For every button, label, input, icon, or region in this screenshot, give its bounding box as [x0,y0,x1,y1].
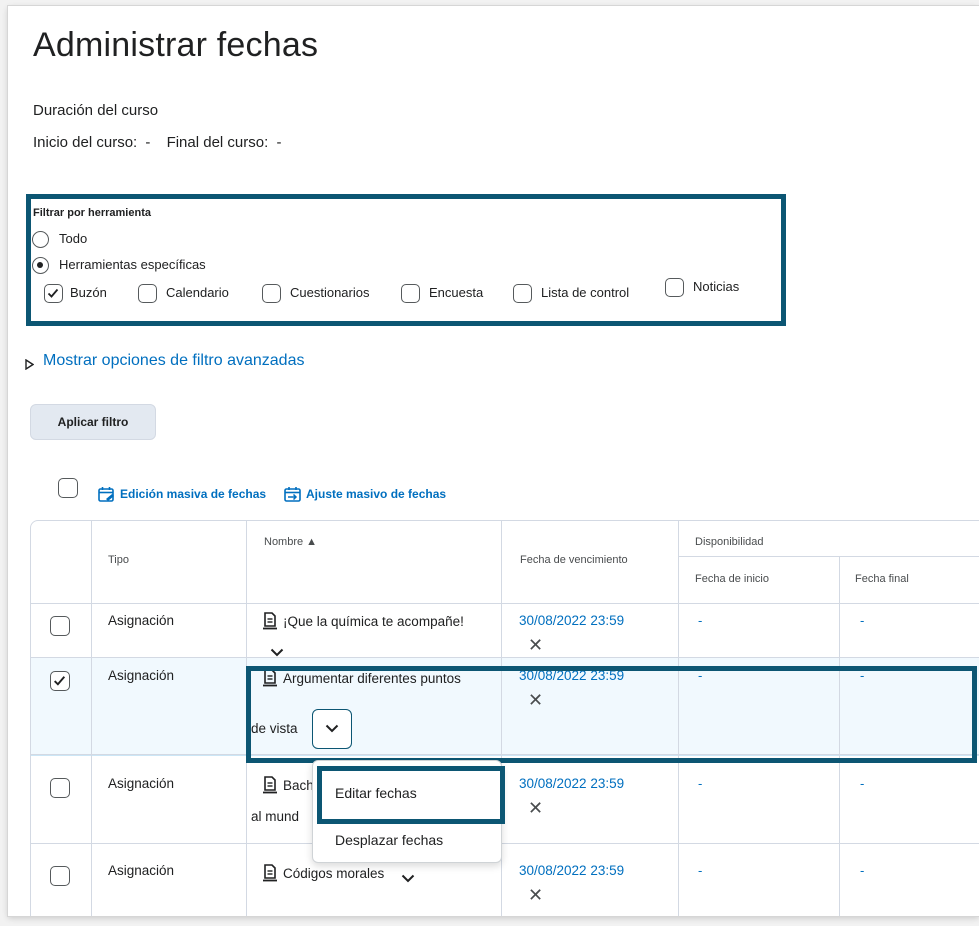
row-name-link[interactable]: ¡Que la química te acompañe! [283,614,464,629]
advanced-filter-toggle[interactable]: Mostrar opciones de filtro avanzadas [43,352,304,370]
radio-all[interactable] [32,231,49,248]
menu-item-highlight-box [317,766,505,824]
row-name-link[interactable]: Códigos morales [283,866,384,881]
checkbox-noticias[interactable] [665,278,684,297]
checkbox-calendario-label: Calendario [166,285,229,300]
checkmark-icon [53,676,66,686]
checkbox-noticias-label: Noticias [693,279,740,294]
filter-heading: Filtrar por herramienta [33,207,151,219]
checkbox-lista-de-control[interactable] [513,284,532,303]
row-type: Asignación [108,776,175,791]
bulk-edit-dates-link[interactable]: Edición masiva de fechas [120,487,266,501]
row-type: Asignación [108,863,175,878]
page-title: Administrar fechas [33,26,319,64]
chevron-down-icon[interactable] [401,870,415,888]
calendar-shift-icon [284,486,302,507]
checkbox-encuesta[interactable] [401,284,420,303]
row-start-date[interactable]: - [698,776,702,791]
row-highlight-box [246,666,977,763]
course-start-value: - [145,134,151,151]
course-duration-label: Duración del curso [33,102,159,119]
checkbox-buzon[interactable] [44,284,63,303]
row-name-link[interactable]: Bach [283,778,314,793]
close-icon[interactable]: ✕ [528,886,543,904]
checkbox-lista-de-control-label: Lista de control [541,285,630,300]
checkbox-encuesta-label: Encuesta [429,285,484,300]
select-all-checkbox[interactable] [58,478,78,498]
row-end-date[interactable]: - [860,613,864,628]
row-due-date[interactable]: 30/08/2022 23:59 [519,776,624,791]
radio-specific-tools[interactable] [32,257,49,274]
chevron-down-icon[interactable] [270,644,284,662]
column-header-end: Fecha final [855,573,909,585]
row-end-date[interactable]: - [860,776,864,791]
row-type: Asignación [108,668,175,683]
row-start-date[interactable]: - [698,863,702,878]
manage-dates-page: Administrar fechas Duración del curso In… [8,6,979,916]
radio-specific-tools-label: Herramientas específicas [59,257,206,272]
column-header-name[interactable]: Nombre ▲ [264,536,317,548]
assignment-icon [262,776,278,799]
row-due-date[interactable]: 30/08/2022 23:59 [519,613,624,628]
checkbox-calendario[interactable] [138,284,157,303]
row-checkbox[interactable] [50,616,70,636]
row-due-date[interactable]: 30/08/2022 23:59 [519,863,624,878]
checkbox-cuestionarios-label: Cuestionarios [290,285,370,300]
row-end-date[interactable]: - [860,863,864,878]
row-start-date[interactable]: - [698,613,702,628]
menu-item-shift-dates[interactable]: Desplazar fechas [335,832,443,848]
bulk-adjust-dates-link[interactable]: Ajuste masivo de fechas [306,487,446,501]
row-type: Asignación [108,613,175,628]
triangle-right-icon[interactable] [25,357,35,375]
close-icon[interactable]: ✕ [528,636,543,654]
row-checkbox[interactable] [50,778,70,798]
column-header-availability: Disponibilidad [695,536,764,548]
checkmark-icon [47,288,59,298]
checkbox-cuestionarios[interactable] [262,284,281,303]
course-start-label: Inicio del curso: [33,134,138,151]
course-end-value: - [276,134,282,151]
assignment-icon [262,612,278,635]
row-checkbox-checked[interactable] [50,671,70,691]
checkbox-buzon-label: Buzón [70,285,107,300]
apply-filter-button[interactable]: Aplicar filtro [30,404,156,440]
row-checkbox[interactable] [50,866,70,886]
radio-all-label: Todo [59,231,88,246]
assignment-icon [262,864,278,887]
column-header-due: Fecha de vencimiento [520,554,628,566]
chevron-down-icon [325,724,339,733]
column-header-type: Tipo [108,554,129,566]
close-icon[interactable]: ✕ [528,799,543,817]
row-name-link-line2[interactable]: al mund [251,809,299,824]
row-actions-button[interactable] [312,709,352,749]
column-header-start: Fecha de inicio [695,573,769,585]
calendar-edit-icon [98,486,116,507]
course-dates: Inicio del curso: - Final del curso: - [33,134,281,151]
course-end-label: Final del curso: [166,134,269,151]
